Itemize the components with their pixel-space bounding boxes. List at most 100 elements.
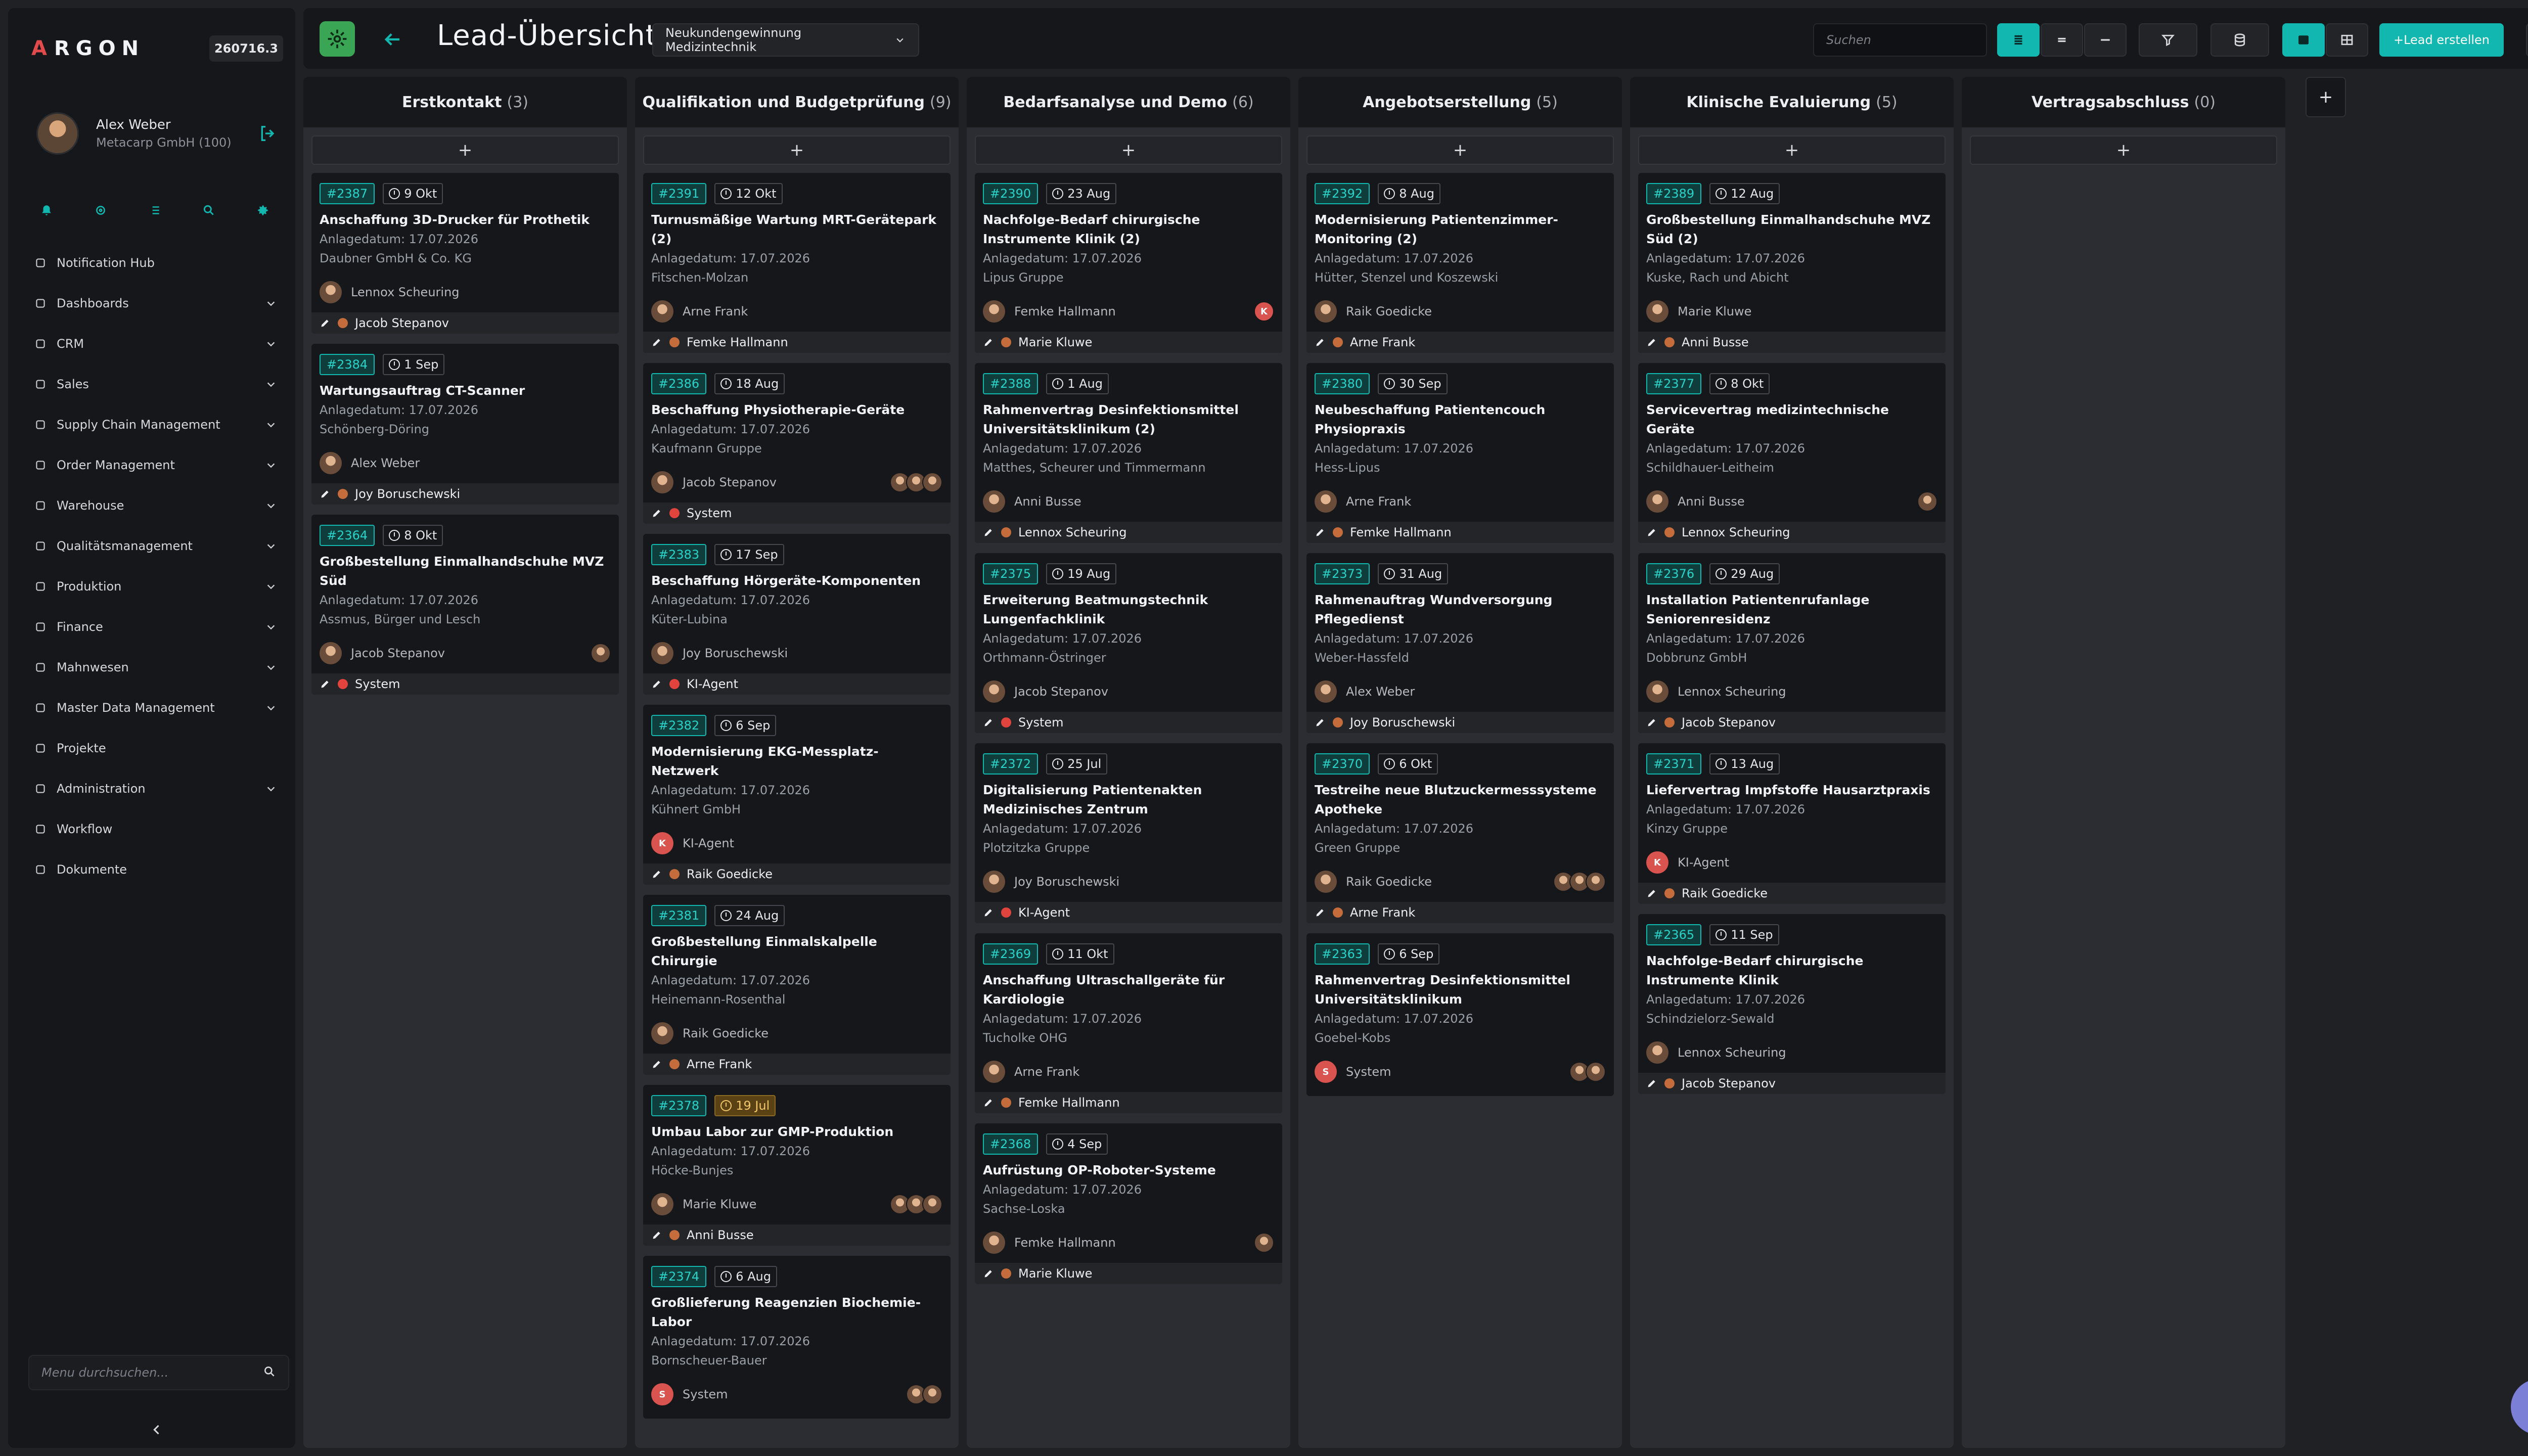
lead-title[interactable]: Großbestellung Einmalhandschuhe MVZ Süd … xyxy=(1638,204,1946,249)
lead-id-badge[interactable]: #2377 xyxy=(1646,373,1702,394)
lead-card[interactable]: #2391 12 Okt Turnusmäßige Wartung MRT-Gerä… xyxy=(643,173,951,353)
layers-button[interactable] xyxy=(2210,23,2269,57)
lead-card[interactable]: #2365 11 Sep Nachfolge-Bedarf chirurgische… xyxy=(1638,914,1946,1094)
density-small-button[interactable] xyxy=(2084,23,2127,57)
lead-card[interactable]: #2390 23 Aug Nachfolge-Bedarf chirurgische… xyxy=(975,173,1282,353)
nav-item-administration[interactable]: Administration xyxy=(28,768,291,809)
lead-id-badge[interactable]: #2365 xyxy=(1646,924,1702,945)
lead-id-badge[interactable]: #2383 xyxy=(651,544,707,565)
lead-title[interactable]: Rahmenvertrag Desinfektionsmittel Univer… xyxy=(975,394,1282,439)
lead-title[interactable]: Aufrüstung OP-Roboter-Systeme xyxy=(975,1155,1282,1180)
lead-card[interactable]: #2382 6 Sep Modernisierung EKG-Messplatz-N… xyxy=(643,705,951,885)
density-medium-button[interactable] xyxy=(2041,23,2083,57)
lead-title[interactable]: Liefervertrag Impfstoffe Hausarztpraxis xyxy=(1638,775,1946,800)
user-avatar[interactable] xyxy=(36,112,79,155)
pencil-icon[interactable] xyxy=(983,527,994,538)
lead-card[interactable]: #2375 19 Aug Erweiterung Beatmungstechnik … xyxy=(975,553,1282,733)
lead-card[interactable]: #2378 19 Jul Umbau Labor zur GMP-Produktio… xyxy=(643,1085,951,1246)
pencil-icon[interactable] xyxy=(320,488,331,499)
back-arrow-icon[interactable] xyxy=(379,26,405,53)
lead-card[interactable]: #2364 8 Okt Großbestellung Einmalhandschuh… xyxy=(311,515,619,695)
lead-card[interactable]: #2392 8 Aug Modernisierung Patientenzimmer… xyxy=(1306,173,1614,353)
pencil-icon[interactable] xyxy=(651,508,662,519)
pencil-icon[interactable] xyxy=(320,317,331,329)
collapse-sidebar-icon[interactable] xyxy=(145,1418,169,1442)
filter-button[interactable] xyxy=(2139,23,2197,57)
nav-item-projekte[interactable]: Projekte xyxy=(28,728,291,768)
table-view-button[interactable] xyxy=(2326,23,2368,57)
pencil-icon[interactable] xyxy=(1315,907,1326,918)
lead-card[interactable]: #2371 13 Aug Liefervertrag Impfstoffe Haus… xyxy=(1638,743,1946,904)
participant-avatars[interactable] xyxy=(591,643,611,663)
pipeline-select[interactable]: Neukundengewinnung Medizintechnik xyxy=(652,23,919,57)
lead-card[interactable]: #2363 6 Sep Rahmenvertrag Desinfektionsmit… xyxy=(1306,933,1614,1096)
lead-card[interactable]: #2380 30 Sep Neubeschaffung Patientencouch… xyxy=(1306,363,1614,543)
lead-title[interactable]: Turnusmäßige Wartung MRT-Gerätepark (2) xyxy=(643,204,951,249)
lead-id-badge[interactable]: #2380 xyxy=(1315,373,1370,394)
participant-avatars[interactable] xyxy=(1553,872,1606,892)
list-icon[interactable] xyxy=(143,198,167,222)
settings-circle-icon[interactable] xyxy=(88,198,113,222)
lead-title[interactable]: Anschaffung 3D-Drucker für Prothetik xyxy=(311,204,619,230)
more-options-icon[interactable] xyxy=(2526,23,2528,57)
lead-id-badge[interactable]: #2363 xyxy=(1315,943,1370,965)
logout-icon[interactable] xyxy=(255,120,281,147)
lead-id-badge[interactable]: #2389 xyxy=(1646,183,1702,204)
pencil-icon[interactable] xyxy=(1646,1078,1657,1089)
lead-id-badge[interactable]: #2388 xyxy=(983,373,1039,394)
add-lead-button[interactable]: + xyxy=(1638,135,1946,165)
nav-item-sales[interactable]: Sales xyxy=(28,364,291,404)
nav-item-master-data-management[interactable]: Master Data Management xyxy=(28,688,291,728)
gear-icon[interactable] xyxy=(251,198,275,222)
nav-item-notification-hub[interactable]: Notification Hub xyxy=(28,243,291,283)
participant-avatars[interactable] xyxy=(1917,491,1937,512)
pencil-icon[interactable] xyxy=(1315,717,1326,728)
lead-card[interactable]: #2377 8 Okt Servicevertrag medizintechnisc… xyxy=(1638,363,1946,543)
lead-card[interactable]: #2386 18 Aug Beschaffung Physiotherapie-Ge… xyxy=(643,363,951,524)
pencil-icon[interactable] xyxy=(983,337,994,348)
lead-search-input[interactable] xyxy=(1826,33,1974,47)
crm-app-icon[interactable] xyxy=(320,21,355,57)
nav-item-finance[interactable]: Finance xyxy=(28,607,291,647)
column-header[interactable]: Klinische Evaluierung (5) xyxy=(1630,77,1954,127)
lead-card[interactable]: #2368 4 Sep Aufrüstung OP-Roboter-Systeme A… xyxy=(975,1123,1282,1284)
lead-card[interactable]: #2374 6 Aug Großlieferung Reagenzien Bioch… xyxy=(643,1256,951,1419)
participant-avatars[interactable] xyxy=(1254,1233,1274,1253)
nav-item-crm[interactable]: CRM xyxy=(28,324,291,364)
column-header[interactable]: Qualifikation und Budgetprüfung (9) xyxy=(635,77,959,127)
lead-card[interactable]: #2388 1 Aug Rahmenvertrag Desinfektionsmit… xyxy=(975,363,1282,543)
lead-title[interactable]: Nachfolge-Bedarf chirurgische Instrument… xyxy=(975,204,1282,249)
pencil-icon[interactable] xyxy=(651,1059,662,1070)
add-lead-button[interactable]: + xyxy=(643,135,951,165)
lead-title[interactable]: Testreihe neue Blutzuckermesssysteme Apo… xyxy=(1306,775,1614,819)
lead-id-badge[interactable]: #2371 xyxy=(1646,753,1702,775)
column-header[interactable]: Vertragsabschluss (0) xyxy=(1962,77,2285,127)
search-icon[interactable] xyxy=(197,198,221,222)
lead-id-badge[interactable]: #2372 xyxy=(983,753,1039,775)
pencil-icon[interactable] xyxy=(1315,527,1326,538)
lead-card[interactable]: #2369 11 Okt Anschaffung Ultraschallgeräte… xyxy=(975,933,1282,1113)
lead-title[interactable]: Umbau Labor zur GMP-Produktion xyxy=(643,1116,951,1142)
lead-id-badge[interactable]: #2391 xyxy=(651,183,707,204)
pencil-icon[interactable] xyxy=(1315,337,1326,348)
lead-card[interactable]: #2383 17 Sep Beschaffung Hörgeräte-Kompone… xyxy=(643,534,951,695)
participant-avatars[interactable] xyxy=(890,472,942,492)
add-lead-button[interactable]: + xyxy=(1970,135,2277,165)
lead-title[interactable]: Rahmenauftrag Wundversorgung Pflegediens… xyxy=(1306,584,1614,629)
lead-title[interactable]: Erweiterung Beatmungstechnik Lungenfachk… xyxy=(975,584,1282,629)
participant-avatars[interactable]: K xyxy=(1254,301,1274,322)
lead-id-badge[interactable]: #2369 xyxy=(983,943,1039,965)
lead-card[interactable]: #2372 25 Jul Digitalisierung Patientenakte… xyxy=(975,743,1282,923)
lead-id-badge[interactable]: #2381 xyxy=(651,905,707,926)
pencil-icon[interactable] xyxy=(1646,888,1657,899)
lead-title[interactable]: Beschaffung Hörgeräte-Komponenten xyxy=(643,565,951,590)
pencil-icon[interactable] xyxy=(1646,527,1657,538)
add-lead-button[interactable]: + xyxy=(311,135,619,165)
lead-card[interactable]: #2384 1 Sep Wartungsauftrag CT-Scanner Anla… xyxy=(311,344,619,505)
nav-item-warehouse[interactable]: Warehouse xyxy=(28,485,291,526)
lead-title[interactable]: Großbestellung Einmalskalpelle Chirurgie xyxy=(643,926,951,971)
lead-card[interactable]: #2381 24 Aug Großbestellung Einmalskalpell… xyxy=(643,895,951,1075)
column-header[interactable]: Angebotserstellung (5) xyxy=(1298,77,1622,127)
nav-item-produktion[interactable]: Produktion xyxy=(28,566,291,607)
lead-title[interactable]: Rahmenvertrag Desinfektionsmittel Univer… xyxy=(1306,965,1614,1009)
